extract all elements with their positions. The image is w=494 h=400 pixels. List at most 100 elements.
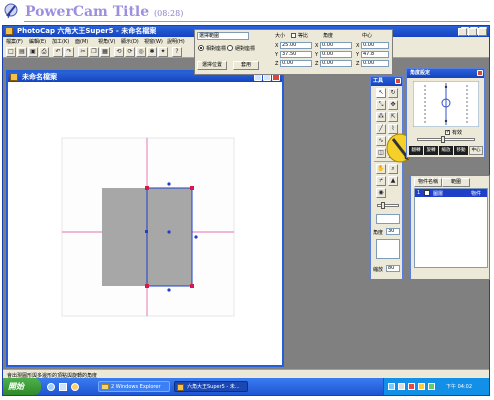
- center-z-field[interactable]: 0.00: [361, 60, 389, 67]
- mirror-panel: 角度設定 ✓ 有效 翻轉 旋轉 縮放 移動 中心: [406, 68, 485, 158]
- menu-face[interactable]: 面(M): [75, 38, 88, 45]
- tray-volume-icon[interactable]: [398, 383, 405, 390]
- gear-icon[interactable]: ✱: [147, 47, 157, 57]
- new-file-icon[interactable]: □: [6, 47, 16, 57]
- eyedropper-icon[interactable]: ⌿: [376, 176, 386, 186]
- proportional-checkbox[interactable]: [291, 33, 296, 38]
- tool-palette-close-icon[interactable]: [395, 78, 401, 84]
- size-x-field[interactable]: 25.00: [280, 42, 312, 49]
- redo-icon[interactable]: ↷: [64, 47, 74, 57]
- help-icon[interactable]: ?: [172, 47, 182, 57]
- angle-y-field[interactable]: 0.00: [320, 51, 352, 58]
- camera-tool-icon[interactable]: ◉: [376, 188, 386, 198]
- tool-palette-titlebar[interactable]: 工具: [371, 77, 402, 86]
- layer-row[interactable]: 1 圖層 物件: [415, 189, 487, 197]
- mdi-close-icon[interactable]: [478, 28, 487, 36]
- tray-update-icon[interactable]: [418, 383, 425, 390]
- print-icon[interactable]: ⎙: [39, 47, 49, 57]
- select-arrow-icon[interactable]: ↖: [376, 88, 386, 98]
- start-button[interactable]: 開始: [3, 378, 41, 395]
- menu-view[interactable]: 視角(V): [98, 38, 115, 45]
- layers-col-name[interactable]: 物件名稱: [414, 178, 442, 187]
- sphere-icon[interactable]: ◎: [136, 47, 146, 57]
- angle-x-field[interactable]: 0.00: [320, 42, 352, 49]
- mirror-tab-scale[interactable]: 縮放: [439, 146, 453, 155]
- angle-slider-thumb[interactable]: [381, 202, 385, 209]
- taskbar-item-explorer[interactable]: 2 Windows Explorer: [98, 381, 170, 392]
- rotate-tool-icon[interactable]: ↻: [388, 88, 398, 98]
- size-y-field[interactable]: 37.50: [280, 51, 312, 58]
- angle-z-field[interactable]: 0.00: [320, 60, 352, 67]
- size-z-field[interactable]: 0.00: [280, 60, 312, 67]
- mirror-slider-thumb[interactable]: [441, 136, 445, 143]
- absolute-radio[interactable]: [227, 45, 233, 51]
- mirror-tab-flip[interactable]: 翻轉: [409, 146, 423, 155]
- quicklaunch-ie-icon[interactable]: [47, 383, 55, 391]
- tray-network-icon[interactable]: [388, 383, 395, 390]
- cut-icon[interactable]: ✂: [78, 47, 88, 57]
- vertex-handle[interactable]: [145, 230, 148, 233]
- light-icon[interactable]: ✦: [158, 47, 168, 57]
- layers-col-range[interactable]: 範圍: [442, 178, 470, 187]
- scale-handle[interactable]: [194, 235, 198, 239]
- center-y-field[interactable]: 47.8: [361, 51, 389, 58]
- mirror-tab-move-label: 移動: [456, 148, 466, 153]
- magic-wand-icon[interactable]: ⁂: [376, 112, 386, 122]
- scale-handle[interactable]: [167, 288, 171, 292]
- pointer-tool-icon[interactable]: ⇱: [388, 112, 398, 122]
- taskbar-item-app[interactable]: 六角大王Super5 - 未...: [174, 381, 248, 392]
- scale-tool-icon[interactable]: ⤡: [376, 100, 386, 110]
- undo-icon[interactable]: ↶: [53, 47, 63, 57]
- center-x-field[interactable]: 0.00: [361, 42, 389, 49]
- tray-clock[interactable]: 下午 04:02: [446, 383, 472, 390]
- mirror-tab-move[interactable]: 移動: [454, 146, 468, 155]
- rotate-left-icon[interactable]: ⟲: [114, 47, 124, 57]
- menu-display[interactable]: 顯示(D): [121, 38, 139, 45]
- mdi-restore-icon[interactable]: [468, 28, 477, 36]
- select-position-button[interactable]: 選擇位置: [197, 61, 227, 70]
- mirror-preview[interactable]: [413, 81, 479, 127]
- relative-radio[interactable]: [198, 45, 204, 51]
- mirror-enable-checkbox[interactable]: ✓: [445, 130, 450, 135]
- mirror-slider-track[interactable]: [417, 138, 475, 141]
- vertex-handle[interactable]: [190, 186, 194, 190]
- tray-security-icon[interactable]: [408, 383, 415, 390]
- paste-icon[interactable]: ▦: [100, 47, 110, 57]
- move-tool-icon[interactable]: ✥: [388, 100, 398, 110]
- scale-handle[interactable]: [167, 230, 171, 234]
- quicklaunch-media-icon[interactable]: [71, 383, 79, 391]
- modeling-canvas[interactable]: [8, 82, 282, 365]
- menu-edit[interactable]: 編輯(E): [29, 38, 46, 45]
- rotate-right-icon[interactable]: ⟳: [125, 47, 135, 57]
- app-icon: [5, 27, 13, 35]
- copy-icon[interactable]: ❐: [89, 47, 99, 57]
- scale-handle[interactable]: [167, 182, 171, 186]
- layer-row-name: 圖層: [433, 191, 444, 197]
- center-y-label: Y: [356, 52, 360, 58]
- tray-chat-icon[interactable]: [428, 383, 435, 390]
- vertex-handle[interactable]: [190, 284, 194, 288]
- mirror-tab-scale-label: 縮放: [441, 148, 451, 153]
- paint-tool-icon[interactable]: ▲: [388, 176, 398, 186]
- menu-window[interactable]: 視窗(W): [144, 38, 163, 45]
- quicklaunch-desktop-icon[interactable]: [59, 383, 67, 391]
- open-file-icon[interactable]: ▤: [17, 47, 27, 57]
- apply-button[interactable]: 套用: [233, 61, 259, 70]
- menu-process[interactable]: 加工(K): [52, 38, 69, 45]
- menu-file[interactable]: 檔案(F): [6, 38, 23, 45]
- taskbar-item-explorer-label: 2 Windows Explorer: [111, 384, 161, 390]
- layer-visibility-icon[interactable]: [424, 190, 430, 196]
- layers-header: 物件名稱 範圍: [414, 178, 488, 187]
- mirror-close-icon[interactable]: [477, 70, 483, 76]
- zoom-spin-field[interactable]: 80: [386, 265, 400, 272]
- mode-select[interactable]: 選擇範圍: [197, 32, 249, 40]
- mdi-minimize-icon[interactable]: [458, 28, 467, 36]
- vertex-handle[interactable]: [145, 284, 149, 288]
- vertex-handle[interactable]: [145, 186, 149, 190]
- mirror-tab-rotate[interactable]: 旋轉: [424, 146, 438, 155]
- save-file-icon[interactable]: ▣: [28, 47, 38, 57]
- mirror-titlebar[interactable]: 角度設定: [407, 69, 484, 78]
- menu-help[interactable]: 說明(H): [167, 38, 185, 45]
- mirror-tab-center[interactable]: 中心: [469, 146, 483, 155]
- angle-spin-field[interactable]: 30: [386, 228, 400, 235]
